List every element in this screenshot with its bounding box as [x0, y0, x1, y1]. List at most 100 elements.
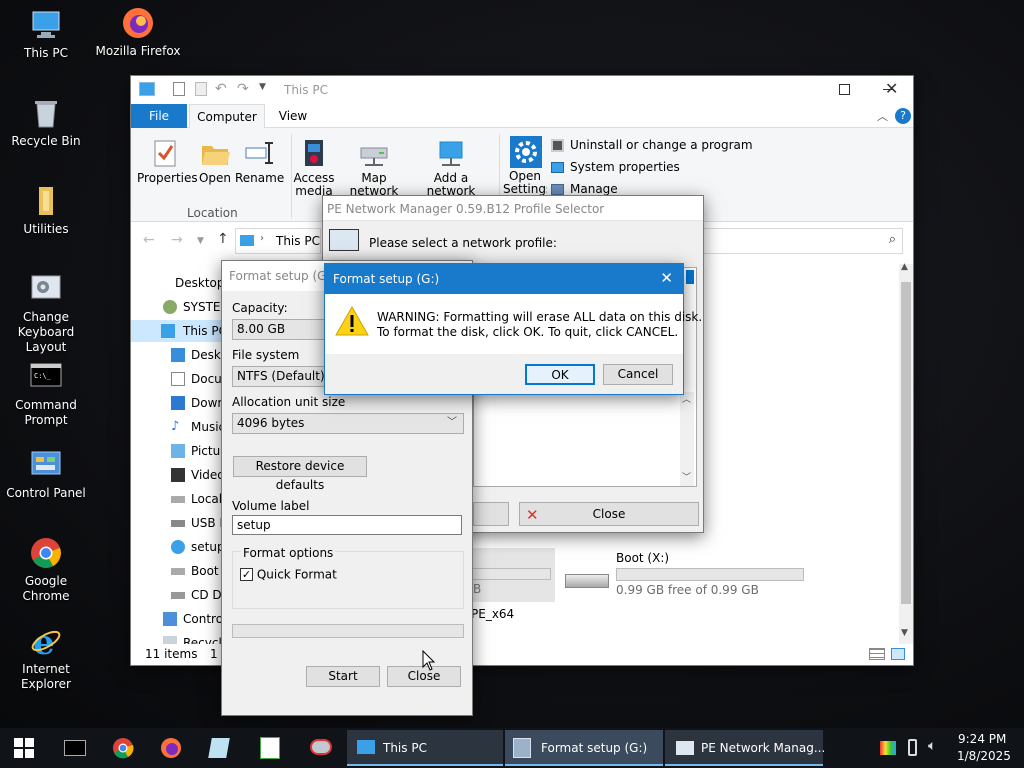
nav-item[interactable]: This PC — [131, 320, 223, 342]
network-manager-close-button[interactable]: ✕ Close — [519, 502, 699, 526]
nav-item[interactable]: Docu — [131, 368, 223, 390]
volume-muted-icon[interactable]: 🔈︎ — [928, 738, 936, 754]
chevron-right-icon: › — [260, 233, 264, 244]
tab-computer[interactable]: Computer — [189, 104, 265, 129]
status-item-count: 11 items — [145, 647, 198, 661]
open-button[interactable]: Open — [195, 138, 235, 185]
desktop-icon-firefox[interactable]: Mozilla Firefox — [92, 6, 184, 59]
search-icon[interactable]: ⌕ — [889, 232, 896, 247]
chevron-down-icon[interactable]: ▼ — [197, 236, 204, 246]
desktop-icon-keyboard-layout[interactable]: Change Keyboard Layout — [0, 272, 92, 355]
search-box[interactable]: ⌕ — [703, 228, 903, 254]
nav-item[interactable]: ♪ Music — [131, 416, 223, 438]
desktop-icon-recycle-bin[interactable]: Recycle Bin — [0, 96, 92, 149]
nav-item[interactable]: Dowr — [131, 392, 223, 414]
desktop-icon-command-prompt[interactable]: C:\_ Command Prompt — [0, 360, 92, 428]
nav-item[interactable]: Deskt — [131, 344, 223, 366]
color-tray-icon[interactable] — [880, 741, 896, 755]
close-icon[interactable]: ✕ — [660, 269, 673, 287]
start-button[interactable]: Start — [306, 666, 380, 687]
taskbar-app-this-pc[interactable]: This PC — [347, 730, 503, 766]
control-panel-icon — [163, 612, 177, 626]
control-panel-icon — [29, 448, 63, 482]
desktop-icon-this-pc[interactable]: This PC — [0, 8, 92, 61]
desktop-icon-control-panel[interactable]: Control Panel — [0, 448, 92, 501]
rename-button[interactable]: Rename — [235, 138, 284, 185]
cancel-button[interactable]: Cancel — [603, 364, 673, 385]
network-manager-titlebar[interactable]: PE Network Manager 0.59.B12 Profile Sele… — [323, 196, 703, 221]
desktop-icon-internet-explorer[interactable]: e Internet Explorer — [0, 623, 92, 692]
properties-quick-icon[interactable] — [173, 82, 185, 96]
taskbar-notepad[interactable] — [200, 728, 238, 768]
nav-item[interactable]: Pictur — [131, 440, 223, 462]
tray-time[interactable]: 9:24 PM — [958, 732, 1006, 746]
ok-button[interactable]: OK — [525, 364, 595, 385]
tray-date[interactable]: 1/8/2025 — [957, 749, 1011, 763]
undo-icon[interactable]: ↶ — [215, 81, 227, 97]
uninstall-program-button[interactable]: Uninstall or change a program — [551, 136, 753, 154]
network-manager-left-button[interactable] — [473, 502, 509, 526]
scrollbar-thumb[interactable] — [901, 282, 911, 604]
forward-arrow-icon[interactable]: → — [171, 232, 183, 248]
nav-item[interactable]: Local — [131, 488, 223, 510]
properties-button[interactable]: Properties — [137, 138, 198, 185]
nav-item[interactable]: Contro — [131, 608, 223, 630]
start-button[interactable] — [0, 728, 48, 768]
chevron-down-icon[interactable]: ▼ — [259, 82, 266, 92]
add-network-location-button[interactable]: Add a network location — [411, 138, 491, 198]
tab-view[interactable]: View — [267, 104, 319, 128]
nav-item[interactable]: Desktop — [131, 272, 223, 294]
chevron-up-icon[interactable]: ▲ — [901, 262, 908, 272]
chevron-up-icon[interactable]: ︿ — [877, 108, 888, 124]
vertical-scrollbar[interactable]: ▲ ▼ — [899, 262, 913, 644]
taskbar-firefox[interactable] — [152, 728, 190, 768]
chevron-down-icon[interactable]: ▼ — [901, 628, 908, 638]
chevron-down-icon[interactable]: ﹀ — [682, 470, 691, 483]
system-properties-button[interactable]: System properties — [551, 158, 680, 176]
allocation-select[interactable]: 4096 bytes ﹀ — [232, 413, 464, 434]
open-settings-button[interactable]: Open Settings — [503, 136, 547, 196]
taskbar-app-format-setup[interactable]: Format setup (G:) — [505, 730, 663, 766]
address-bar[interactable]: › This PC — [235, 228, 321, 254]
volume-label-input[interactable]: setup — [232, 515, 462, 535]
nav-item[interactable]: SYSTEM — [131, 296, 223, 318]
quick-format-checkbox[interactable]: ✓ Quick Format — [240, 567, 337, 583]
redo-icon[interactable]: ↷ — [237, 81, 249, 97]
desktop-icon-utilities[interactable]: Utilities — [0, 184, 92, 237]
profile-list-scrollbar[interactable]: ︿ ﹀ — [680, 392, 694, 486]
taskbar-cmd[interactable] — [56, 728, 94, 768]
computer-icon — [357, 740, 375, 754]
nav-item[interactable]: USB D — [131, 512, 223, 534]
restore-defaults-button[interactable]: Restore device defaults — [233, 456, 367, 492]
tab-file[interactable]: File — [131, 104, 187, 128]
access-media-button[interactable]: Access media — [291, 138, 337, 198]
drive-boot-x[interactable]: Boot (X:) 0.99 GB free of 0.99 GB — [561, 550, 811, 600]
maximize-icon[interactable] — [839, 84, 850, 95]
nav-item[interactable]: setup — [131, 536, 223, 558]
usb-drive-icon — [171, 520, 185, 527]
explorer-titlebar[interactable]: ↶ ↷ ▼ This PC ✕ — [131, 76, 913, 104]
desktop-icon-chrome[interactable]: Google Chrome — [0, 536, 92, 604]
up-arrow-icon[interactable]: ↑ — [217, 231, 229, 247]
back-arrow-icon[interactable]: ← — [143, 232, 155, 248]
warning-line-2: To format the disk, click OK. To quit, c… — [377, 325, 679, 339]
taskbar-chart-app[interactable] — [250, 728, 288, 768]
usb-tray-icon[interactable] — [908, 739, 917, 756]
map-network-drive-button[interactable]: Map network drive — [337, 138, 411, 198]
navigation-pane: Desktop SYSTEM This PC Deskt Docu Dowr ♪… — [131, 262, 223, 644]
media-icon — [299, 138, 329, 168]
nav-item[interactable]: CD Dr — [131, 584, 223, 606]
taskbar-chrome[interactable] — [104, 728, 142, 768]
details-view-icon[interactable] — [869, 648, 885, 660]
taskbar-tool[interactable] — [300, 728, 340, 768]
close-icon[interactable]: ✕ — [885, 79, 898, 98]
nav-item[interactable]: Video — [131, 464, 223, 486]
taskbar-app-network-manager[interactable]: PE Network Manag... — [665, 730, 825, 766]
help-icon[interactable]: ? — [895, 108, 911, 124]
warning-titlebar[interactable]: Format setup (G:) ✕ — [325, 264, 683, 294]
profile-list-selected-row[interactable] — [686, 270, 694, 284]
nav-item[interactable]: Boot — [131, 560, 223, 582]
drive-free-text: 0.99 GB free of 0.99 GB — [616, 583, 759, 597]
large-icons-view-icon[interactable] — [891, 648, 905, 660]
new-folder-quick-icon[interactable] — [195, 82, 207, 96]
